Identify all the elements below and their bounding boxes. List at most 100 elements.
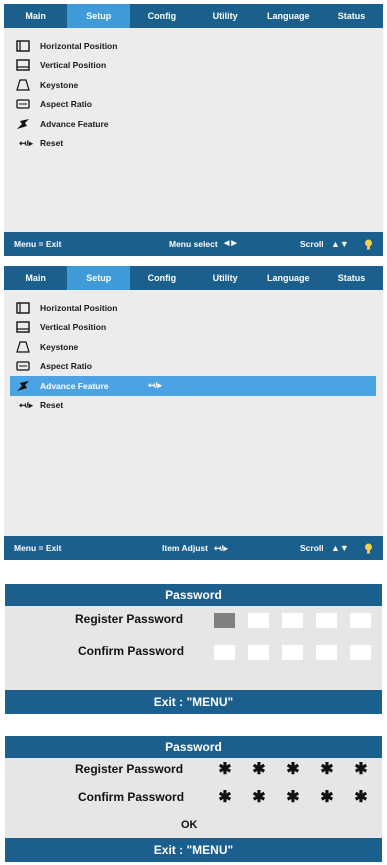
confirm-password-label: Confirm Password xyxy=(78,644,185,658)
confirm-password-digit-1[interactable] xyxy=(214,645,235,660)
password-dialog-filled: Password Register Password ✱ ✱ ✱ ✱ ✱ Con… xyxy=(5,736,382,862)
menu-item-aspect-ratio[interactable]: Aspect Ratio xyxy=(14,95,376,115)
confirm-password-mask-3[interactable]: ✱ xyxy=(281,789,305,807)
horizontal-position-icon xyxy=(14,301,32,315)
menu-item-label: Keystone xyxy=(40,341,79,352)
tab-language[interactable]: Language xyxy=(257,266,320,290)
confirm-password-digit-3[interactable] xyxy=(282,645,303,660)
menu-item-horizontal-position[interactable]: Horizontal Position xyxy=(14,298,376,318)
confirm-password-digit-5[interactable] xyxy=(350,645,371,660)
tab-setup[interactable]: Setup xyxy=(67,4,131,28)
enter-hint-icon: ↤/▸ xyxy=(148,380,162,390)
register-password-mask-4[interactable]: ✱ xyxy=(315,761,339,779)
menu-item-label: Reset xyxy=(40,400,64,411)
menu-tab-bar: Main Setup Config Utility Language Statu… xyxy=(4,266,383,290)
status-menu-select: Menu select xyxy=(169,239,218,249)
advance-feature-icon xyxy=(14,117,32,131)
menu-item-label: Aspect Ratio xyxy=(40,99,92,110)
keystone-icon xyxy=(14,340,32,354)
menu-item-label: Advance Feature xyxy=(40,118,109,129)
register-password-mask-3[interactable]: ✱ xyxy=(281,761,305,779)
menu-item-label: Reset xyxy=(40,138,64,149)
register-password-digit-3[interactable] xyxy=(282,613,303,628)
tab-status[interactable]: Status xyxy=(320,4,383,28)
status-menu-exit: Menu = Exit xyxy=(14,239,62,249)
reset-icon: ↤/▸ xyxy=(19,399,33,410)
register-password-label: Register Password xyxy=(75,762,184,776)
menu-tab-bar: Main Setup Config Utility Language Statu… xyxy=(4,4,383,28)
status-scroll: Scroll xyxy=(300,543,324,553)
confirm-password-label: Confirm Password xyxy=(78,790,185,804)
register-password-mask-1[interactable]: ✱ xyxy=(213,761,237,779)
up-down-arrows-icon: ▲▼ xyxy=(331,543,349,553)
enter-arrow-icon: ↤/▸ xyxy=(214,543,228,553)
menu-item-keystone[interactable]: Keystone xyxy=(14,337,376,357)
menu-item-reset[interactable]: ↤/▸ Reset xyxy=(14,134,376,154)
aspect-ratio-icon xyxy=(14,97,32,111)
vertical-position-icon xyxy=(14,58,32,72)
confirm-password-digit-4[interactable] xyxy=(316,645,337,660)
menu-item-label: Aspect Ratio xyxy=(40,361,92,372)
reset-icon: ↤/▸ xyxy=(19,137,33,148)
password-dialog-empty: Password Register Password Confirm Passw… xyxy=(5,584,382,714)
menu-item-label: Horizontal Position xyxy=(40,302,118,313)
setup-menu-screen-2: Main Setup Config Utility Language Statu… xyxy=(4,266,383,560)
status-bar: Menu = Exit Menu select ◀ ▶ Scroll ▲▼ xyxy=(4,232,383,256)
register-password-mask-2[interactable]: ✱ xyxy=(247,761,271,779)
left-right-arrows-icon: ◀ ▶ xyxy=(224,240,237,247)
confirm-password-mask-1[interactable]: ✱ xyxy=(213,789,237,807)
register-password-digit-1[interactable] xyxy=(214,613,235,628)
tab-main[interactable]: Main xyxy=(4,4,67,28)
menu-item-advance-feature[interactable]: Advance Feature xyxy=(14,114,376,134)
tab-config[interactable]: Config xyxy=(130,4,193,28)
up-down-arrows-icon: ▲▼ xyxy=(331,239,349,249)
exit-menu-button[interactable]: Exit : "MENU" xyxy=(5,838,382,862)
tab-language[interactable]: Language xyxy=(257,4,320,28)
status-scroll: Scroll xyxy=(300,239,324,249)
menu-item-label: Vertical Position xyxy=(40,322,107,333)
menu-item-label: Advance Feature xyxy=(40,380,109,391)
register-password-digit-4[interactable] xyxy=(316,613,337,628)
bulb-icon xyxy=(364,543,373,554)
menu-item-vertical-position[interactable]: Vertical Position xyxy=(14,56,376,76)
status-bar: Menu = Exit Item Adjust ↤/▸ Scroll ▲▼ xyxy=(4,536,383,560)
tab-main[interactable]: Main xyxy=(4,266,67,290)
confirm-password-digit-2[interactable] xyxy=(248,645,269,660)
exit-menu-button[interactable]: Exit : "MENU" xyxy=(5,690,382,714)
tab-utility[interactable]: Utility xyxy=(194,4,257,28)
status-menu-exit: Menu = Exit xyxy=(14,543,62,553)
register-password-mask-5[interactable]: ✱ xyxy=(349,761,373,779)
register-password-digit-5[interactable] xyxy=(350,613,371,628)
tab-setup[interactable]: Setup xyxy=(67,266,131,290)
menu-item-horizontal-position[interactable]: Horizontal Position xyxy=(14,36,376,56)
setup-menu-screen-1: Main Setup Config Utility Language Statu… xyxy=(4,4,383,256)
advance-feature-icon xyxy=(14,379,32,393)
setup-menu-list: Horizontal Position Vertical Position Ke… xyxy=(10,298,376,416)
menu-item-advance-feature-selected[interactable]: Advance Feature ↤/▸ xyxy=(10,376,376,396)
bulb-icon xyxy=(364,239,373,250)
status-item-adjust: Item Adjust xyxy=(162,543,208,553)
setup-menu-list: Horizontal Position Vertical Position Ke… xyxy=(14,36,376,153)
aspect-ratio-icon xyxy=(14,359,32,373)
tab-status[interactable]: Status xyxy=(320,266,383,290)
tab-utility[interactable]: Utility xyxy=(194,266,257,290)
vertical-position-icon xyxy=(14,320,32,334)
menu-item-aspect-ratio[interactable]: Aspect Ratio xyxy=(14,357,376,377)
confirm-password-mask-5[interactable]: ✱ xyxy=(349,789,373,807)
confirm-password-mask-2[interactable]: ✱ xyxy=(247,789,271,807)
dialog-title: Password xyxy=(5,736,382,758)
dialog-title: Password xyxy=(5,584,382,606)
register-password-label: Register Password xyxy=(75,612,184,626)
horizontal-position-icon xyxy=(14,39,32,53)
tab-config[interactable]: Config xyxy=(130,266,193,290)
menu-item-vertical-position[interactable]: Vertical Position xyxy=(14,318,376,338)
menu-item-label: Vertical Position xyxy=(40,60,107,71)
menu-item-label: Horizontal Position xyxy=(40,40,118,51)
keystone-icon xyxy=(14,78,32,92)
confirm-password-mask-4[interactable]: ✱ xyxy=(315,789,339,807)
menu-item-keystone[interactable]: Keystone xyxy=(14,75,376,95)
ok-button[interactable]: OK xyxy=(181,819,198,831)
menu-item-label: Keystone xyxy=(40,79,79,90)
menu-item-reset[interactable]: ↤/▸ Reset xyxy=(14,396,376,416)
register-password-digit-2[interactable] xyxy=(248,613,269,628)
